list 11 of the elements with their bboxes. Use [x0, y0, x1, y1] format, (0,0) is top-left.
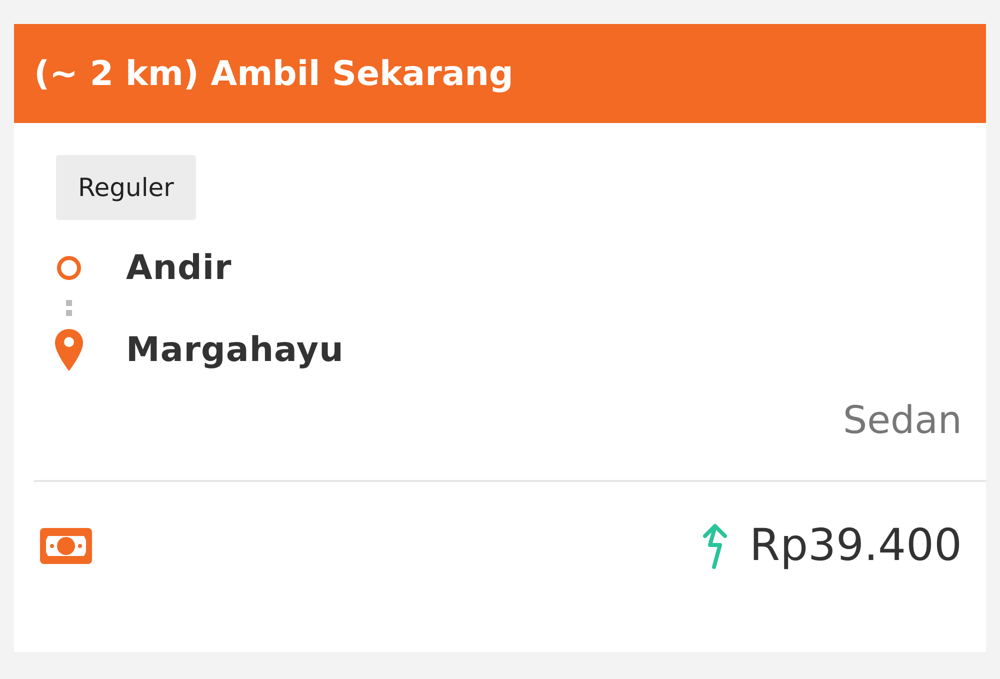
- header-title: (~ 2 km) Ambil Sekarang: [34, 54, 514, 94]
- banknote-icon: [40, 528, 92, 564]
- vehicle-type: Sedan: [843, 398, 962, 442]
- location-pin-icon: [54, 328, 84, 372]
- fare-price: Rp39.400: [750, 520, 962, 571]
- service-tag: Reguler: [56, 155, 196, 220]
- origin-circle-icon: [56, 255, 82, 281]
- place-name: Andir: [126, 248, 232, 288]
- route-dots: [66, 298, 72, 318]
- surge-arrow-icon: [702, 522, 728, 568]
- place-name: Margahayu: [126, 330, 344, 370]
